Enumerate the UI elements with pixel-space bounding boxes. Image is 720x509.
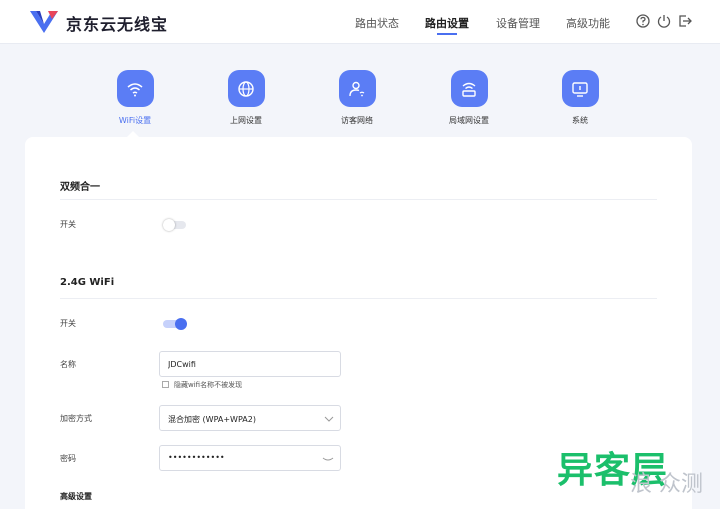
category-wifi-settings[interactable]: WiFi设置 <box>95 70 175 126</box>
jd-cloud-logo <box>30 11 58 33</box>
wifi24-password-label: 密码 <box>60 454 76 463</box>
help-icon[interactable] <box>635 13 651 29</box>
eye-hidden-icon[interactable] <box>322 455 334 463</box>
section-title-wifi-24g: 2.4G WiFi <box>60 277 115 288</box>
brand-name: 京东云无线宝 <box>66 15 169 34</box>
category-label: 系统 <box>572 116 588 125</box>
chevron-down-icon <box>324 416 334 422</box>
category-label: WiFi设置 <box>118 116 152 125</box>
top-header: 京东云无线宝 路由状态 路由设置 设备管理 高级功能 <box>0 0 720 44</box>
nav-router-settings[interactable]: 路由设置 <box>425 15 469 31</box>
nav-device-management[interactable]: 设备管理 <box>496 15 540 31</box>
power-icon[interactable] <box>656 13 672 29</box>
wifi24-encrypt-label: 加密方式 <box>60 414 92 423</box>
guest-user-icon <box>349 81 365 96</box>
hide-ssid-label: 隐藏wifi名称不被发现 <box>174 381 243 389</box>
encryption-select[interactable]: 混合加密 (WPA+WPA2) <box>159 405 341 431</box>
dual-band-toggle[interactable] <box>163 219 186 231</box>
wifi24-name-label: 名称 <box>60 360 76 369</box>
wifi-name-input[interactable] <box>159 351 341 377</box>
encryption-value: 混合加密 (WPA+WPA2) <box>168 415 256 424</box>
category-system[interactable]: 系统 <box>540 70 620 126</box>
nav-active-indicator <box>437 33 457 35</box>
nav-router-status[interactable]: 路由状态 <box>355 15 399 31</box>
hide-ssid-checkbox[interactable] <box>162 381 169 388</box>
category-label: 局域网设置 <box>449 116 489 125</box>
category-label: 上网设置 <box>230 116 262 125</box>
divider <box>60 298 657 299</box>
wifi24-toggle[interactable] <box>163 318 187 330</box>
password-value: •••••••••••• <box>168 453 225 462</box>
globe-icon <box>238 80 254 97</box>
divider <box>60 199 657 200</box>
nav-advanced-functions[interactable]: 高级功能 <box>566 15 610 31</box>
lan-icon <box>462 82 476 97</box>
section-title-dual-band: 双频合一 <box>60 182 100 193</box>
watermark-sub-text: 浪 众测 <box>630 472 703 497</box>
password-input[interactable]: •••••••••••• <box>159 445 341 471</box>
monitor-icon <box>572 81 588 97</box>
dual-band-switch-label: 开关 <box>60 220 76 229</box>
wifi-icon <box>127 82 143 96</box>
category-guest-network[interactable]: 访客网络 <box>317 70 397 126</box>
category-internet-settings[interactable]: 上网设置 <box>206 70 286 126</box>
category-label: 访客网络 <box>341 116 373 125</box>
category-lan-settings[interactable]: 局域网设置 <box>429 70 509 126</box>
logout-icon[interactable] <box>677 13 693 29</box>
wifi24-switch-label: 开关 <box>60 319 76 328</box>
section-title-advanced: 高级设置 <box>60 492 92 501</box>
